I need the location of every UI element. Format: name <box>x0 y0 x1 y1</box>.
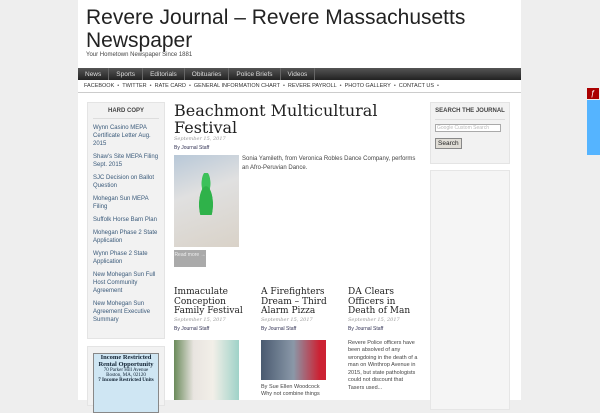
search-button[interactable]: Search <box>435 138 462 149</box>
article-byline: By Journal Staff <box>174 325 210 332</box>
article-image[interactable] <box>174 339 239 400</box>
article-date: September 15, 2017 <box>261 316 313 323</box>
link-payroll[interactable]: REVERE PAYROLL <box>288 83 337 89</box>
article-card: A Firefighters Dream – Third Alarm Pizza… <box>261 287 331 399</box>
widget-heading: SEARCH THE JOURNAL <box>435 107 505 120</box>
sidebar-link[interactable]: New Mohegan Sun Full Host Community Agre… <box>93 271 159 295</box>
article-title[interactable]: DA Clears Officers in Death of Man <box>348 287 418 317</box>
ad-line: Rental Opportunity <box>98 361 154 368</box>
link-general-info[interactable]: GENERAL INFORMATION CHART <box>194 83 280 89</box>
article-date: September 15, 2017 <box>174 136 226 142</box>
nav-editorials[interactable]: Editorials <box>143 68 185 80</box>
nav-news[interactable]: News <box>78 68 110 80</box>
article-excerpt: By Sue Ellen Woodcock Why not combine th… <box>261 383 320 398</box>
article-excerpt: Revere Police officers have been absolve… <box>348 339 418 391</box>
article-byline: By Journal Staff <box>174 145 210 151</box>
search-input[interactable]: Google Custom Search <box>435 124 501 132</box>
page-content: Revere Journal – Revere Massachusetts Ne… <box>78 0 521 413</box>
nav-obituaries[interactable]: Obituaries <box>185 68 230 80</box>
sidebar-link[interactable]: Wynn Phase 2 State Application <box>93 250 159 266</box>
link-rate-card[interactable]: RATE CARD <box>155 83 186 89</box>
article-byline: By Journal Staff <box>261 325 297 332</box>
flash-icon: ƒ <box>587 88 599 99</box>
read-more-button[interactable]: Read more → <box>174 250 206 267</box>
side-banner[interactable] <box>587 100 600 155</box>
link-facebook[interactable]: FACEBOOK <box>84 83 114 89</box>
featured-article: Beachmont Multicultural Festival Septemb… <box>174 102 415 267</box>
sidebar-link[interactable]: New Mohegan Sun Agreement Executive Summ… <box>93 300 159 324</box>
sidebar-link[interactable]: SJC Decision on Ballot Question <box>93 174 159 190</box>
featured-title[interactable]: Beachmont Multicultural Festival <box>174 102 414 136</box>
ad-line: 7 Income Restricted Units <box>98 378 154 383</box>
link-photo-gallery[interactable]: PHOTO GALLERY <box>345 83 391 89</box>
sidebar-link[interactable]: Wynn Casino MEPA Certificate Letter Aug.… <box>93 124 159 148</box>
link-contact[interactable]: CONTACT US <box>399 83 434 89</box>
featured-image[interactable] <box>174 155 239 247</box>
search-widget: SEARCH THE JOURNAL Google Custom Search … <box>430 102 510 164</box>
site-tagline: Your Hometown Newspaper Since 1881 <box>86 52 193 58</box>
sidebar-widget <box>430 170 510 410</box>
article-title[interactable]: Immaculate Conception Family Festival <box>174 287 244 317</box>
article-card: DA Clears Officers in Death of Man Septe… <box>348 287 418 392</box>
sidebar-link[interactable]: Suffolk Horse Barn Plan <box>93 216 159 224</box>
ad-line: Income Restricted <box>100 354 152 361</box>
ad-widget: Income Restricted Rental Opportunity 70 … <box>87 346 165 413</box>
nav-police-briefs[interactable]: Police Briefs <box>229 68 281 80</box>
nav-videos[interactable]: Videos <box>281 68 316 80</box>
divider <box>78 92 521 93</box>
article-card: Immaculate Conception Family Festival Se… <box>174 287 244 400</box>
article-byline: By Journal Staff <box>348 325 384 332</box>
sidebar-link[interactable]: Mohegan Phase 2 State Application <box>93 229 159 245</box>
secondary-links: FACEBOOK • TWITTER • RATE CARD • GENERAL IN… <box>84 83 439 89</box>
article-image[interactable] <box>261 339 326 380</box>
link-twitter[interactable]: TWITTER <box>122 83 146 89</box>
hard-copy-widget: HARD COPY Wynn Casino MEPA Certificate L… <box>87 102 165 339</box>
article-date: September 15, 2017 <box>348 316 400 323</box>
nav-sports[interactable]: Sports <box>109 68 144 80</box>
sidebar-link[interactable]: Shaw's Site MEPA Filing Sept. 2015 <box>93 153 159 169</box>
featured-caption: Sonia Yamileth, from Veronica Robles Dan… <box>242 156 416 171</box>
widget-heading: HARD COPY <box>93 107 159 119</box>
sidebar-link[interactable]: Mohegan Sun MEPA Filing <box>93 195 159 211</box>
article-title[interactable]: A Firefighters Dream – Third Alarm Pizza <box>261 287 331 317</box>
main-nav: News Sports Editorials Obituaries Police… <box>78 68 521 80</box>
site-title[interactable]: Revere Journal – Revere Massachusetts Ne… <box>86 6 516 52</box>
article-date: September 15, 2017 <box>174 316 226 323</box>
rental-ad[interactable]: Income Restricted Rental Opportunity 70 … <box>93 353 159 413</box>
